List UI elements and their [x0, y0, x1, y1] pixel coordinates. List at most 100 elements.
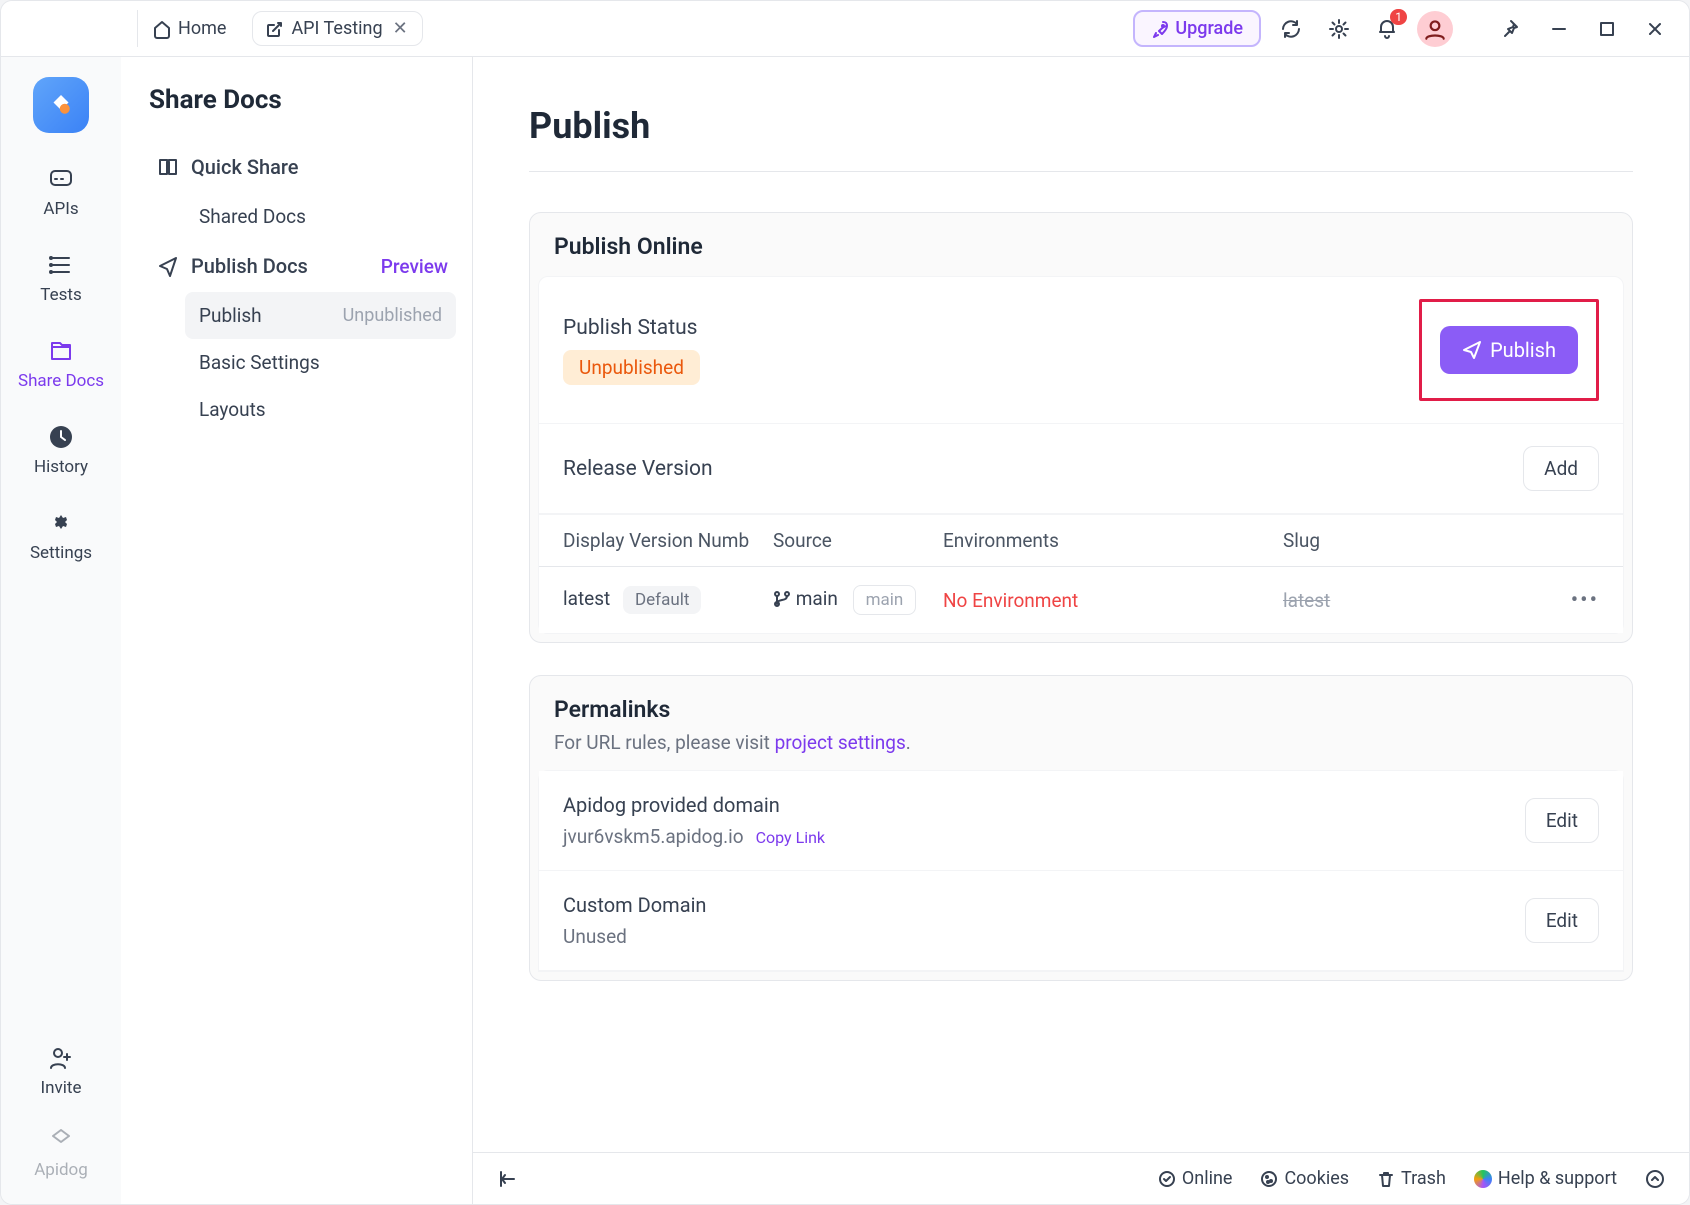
footer-scroll-top[interactable]	[1645, 1161, 1665, 1197]
nav-publish-docs[interactable]: Publish Docs Preview	[149, 242, 456, 290]
publish-button[interactable]: Publish	[1440, 326, 1578, 374]
col-source: Source	[773, 529, 943, 552]
rail-tests-label: Tests	[40, 285, 81, 305]
avatar-face-icon	[1422, 16, 1448, 42]
add-version-button[interactable]: Add	[1523, 446, 1599, 491]
rail-settings-label: Settings	[30, 543, 92, 563]
rail-invite[interactable]: Invite	[41, 1044, 82, 1098]
footer-help[interactable]: Help & support	[1474, 1168, 1617, 1189]
notifications-button[interactable]: 1	[1369, 11, 1405, 47]
gear-icon	[1328, 18, 1350, 40]
permalinks-description: For URL rules, please visit project sett…	[530, 731, 1632, 762]
home-icon	[152, 19, 172, 39]
branch-icon	[773, 590, 791, 608]
collapse-sidebar-button[interactable]	[497, 1161, 517, 1197]
invite-icon	[47, 1044, 75, 1072]
cookie-icon	[1260, 1170, 1278, 1188]
footer-online[interactable]: Online	[1158, 1168, 1233, 1189]
tab-close-button[interactable]: ✕	[391, 18, 410, 39]
settings-gear-button[interactable]	[1321, 11, 1357, 47]
tests-icon	[47, 251, 75, 279]
nav-rail: APIs Tests Share Docs History Settings	[1, 57, 121, 1204]
project-settings-link[interactable]: project settings	[775, 731, 906, 754]
refresh-button[interactable]	[1273, 11, 1309, 47]
footer-trash-label: Trash	[1401, 1168, 1446, 1189]
rail-share-docs[interactable]: Share Docs	[18, 337, 104, 391]
maximize-icon	[1598, 20, 1616, 38]
brand-ghost-icon	[47, 1126, 75, 1154]
edit-provided-domain-button[interactable]: Edit	[1525, 798, 1599, 843]
footer-online-label: Online	[1182, 1168, 1233, 1189]
nav-quick-share[interactable]: Quick Share	[149, 143, 456, 191]
nav-shared-docs[interactable]: Shared Docs	[185, 193, 456, 240]
copy-link-button[interactable]: Copy Link	[756, 828, 825, 847]
rail-history-label: History	[34, 457, 88, 477]
rail-settings[interactable]: Settings	[30, 509, 92, 563]
provided-domain-label: Apidog provided domain	[563, 793, 825, 817]
sidebar-title: Share Docs	[149, 85, 456, 115]
nav-publish-docs-label: Publish Docs	[191, 254, 308, 278]
rail-brand-label: Apidog	[34, 1160, 88, 1180]
window-minimize[interactable]	[1541, 11, 1577, 47]
nav-layouts[interactable]: Layouts	[185, 386, 456, 433]
window-close[interactable]	[1637, 11, 1673, 47]
rail-apis-label: APIs	[43, 199, 78, 219]
notification-badge: 1	[1390, 9, 1407, 25]
row-slug: latest	[1283, 589, 1330, 612]
nav-shared-docs-label: Shared Docs	[199, 205, 306, 228]
provided-domain-value: jvur6vskm5.apidog.io	[563, 825, 744, 848]
settings-icon	[47, 509, 75, 537]
arrow-up-circle-icon	[1645, 1169, 1665, 1189]
source-chip: main	[853, 585, 917, 615]
edit-custom-domain-button[interactable]: Edit	[1525, 898, 1599, 943]
publish-status-value: Unpublished	[563, 350, 700, 385]
window-maximize[interactable]	[1589, 11, 1625, 47]
footer-trash[interactable]: Trash	[1377, 1168, 1446, 1189]
tab-api-testing[interactable]: API Testing ✕	[252, 11, 422, 46]
col-slug: Slug	[1283, 529, 1463, 552]
row-actions-menu[interactable]: •••	[1571, 588, 1599, 613]
rail-invite-label: Invite	[41, 1078, 82, 1098]
publish-button-highlight: Publish	[1419, 299, 1599, 401]
trash-icon	[1377, 1170, 1395, 1188]
history-icon	[47, 423, 75, 451]
main-panel: Publish Publish Online Publish Status Un…	[473, 57, 1689, 1204]
nav-basic-settings[interactable]: Basic Settings	[185, 339, 456, 386]
rail-tests[interactable]: Tests	[40, 251, 81, 305]
title-divider	[529, 171, 1633, 172]
publish-status-label: Publish Status	[563, 316, 700, 340]
pin-icon	[1501, 19, 1521, 39]
rail-apis[interactable]: APIs	[43, 165, 78, 219]
col-environments: Environments	[943, 529, 1283, 552]
external-link-icon	[265, 20, 283, 38]
pin-button[interactable]	[1493, 11, 1529, 47]
check-circle-icon	[1158, 1170, 1176, 1188]
nav-layouts-label: Layouts	[199, 398, 266, 421]
versions-table-row: latest Default main main No Environment …	[539, 567, 1623, 633]
custom-domain-value: Unused	[563, 925, 706, 948]
default-chip: Default	[623, 586, 701, 614]
apis-icon	[47, 165, 75, 193]
refresh-icon	[1280, 18, 1302, 40]
row-environment[interactable]: No Environment	[943, 589, 1283, 612]
rail-history[interactable]: History	[34, 423, 88, 477]
nav-publish[interactable]: Publish Unpublished	[185, 292, 456, 339]
share-docs-icon	[47, 337, 75, 365]
topbar: Home API Testing ✕ Upgrade 1	[1, 1, 1689, 57]
app-logo[interactable]	[33, 77, 89, 133]
versions-table-header: Display Version Numb Source Environments…	[539, 514, 1623, 567]
footer-bar: Online Cookies Trash Help & support	[473, 1152, 1689, 1204]
help-icon	[1474, 1170, 1492, 1188]
footer-cookies[interactable]: Cookies	[1260, 1168, 1349, 1189]
row-source: main	[796, 587, 838, 610]
preview-link[interactable]: Preview	[381, 255, 448, 278]
footer-cookies-label: Cookies	[1284, 1168, 1349, 1189]
custom-domain-label: Custom Domain	[563, 893, 706, 917]
collapse-icon	[497, 1169, 517, 1189]
tab-home-label: Home	[178, 18, 226, 39]
tab-home[interactable]: Home	[137, 10, 240, 47]
tab-api-label: API Testing	[291, 18, 382, 39]
user-avatar[interactable]	[1417, 11, 1453, 47]
col-display-version: Display Version Numb	[563, 529, 773, 552]
upgrade-button[interactable]: Upgrade	[1133, 10, 1261, 47]
